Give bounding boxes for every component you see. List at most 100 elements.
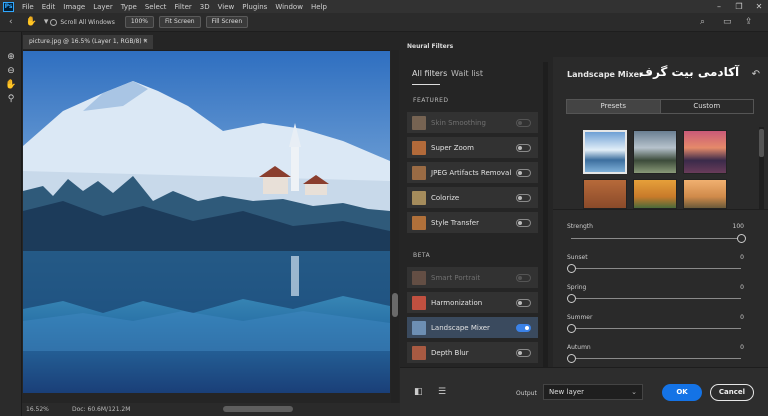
filter-row-super-zoom[interactable]: Super Zoom [407,137,538,158]
filter-row-smart-portrait[interactable]: Smart Portrait [407,267,538,288]
slider-knob[interactable] [566,354,576,363]
menu-image[interactable]: Image [63,3,85,11]
zoom-out-icon[interactable]: ⊖ [0,64,22,78]
zoom-100-button[interactable]: 100% [124,16,154,28]
filter-toggle[interactable] [516,298,531,307]
filter-toggle[interactable] [516,118,531,127]
zoom-tool-icon[interactable]: ⚲ [0,92,22,106]
horizontal-scroll-thumb[interactable] [223,406,293,412]
vertical-scroll-thumb[interactable] [392,293,398,317]
photoshop-logo: Ps [3,1,14,12]
filter-toggle[interactable] [516,273,531,282]
output-select[interactable]: New layer ⌄ [543,384,643,400]
fit-screen-button[interactable]: Fit Screen [159,16,201,28]
filter-label: Skin Smoothing [431,118,486,127]
tab-wait-list[interactable]: Wait list [451,69,483,78]
hand-tool-icon[interactable]: ✋ [26,17,37,27]
checkbox-icon[interactable] [50,18,58,26]
slider-value-sunset[interactable]: 0 [740,254,744,261]
slider-value-autumn[interactable]: 0 [740,344,744,351]
slider-knob[interactable] [566,324,576,333]
filter-list-scrollbar[interactable] [543,62,548,367]
tab-custom[interactable]: Custom [659,100,754,113]
menu-file[interactable]: File [22,3,34,11]
slider-knob[interactable] [736,234,746,243]
tab-presets[interactable]: Presets [567,100,660,113]
preset-thumbnail[interactable] [683,130,727,174]
preset-thumbnail[interactable] [633,179,677,209]
restore-icon[interactable]: ❐ [731,1,747,12]
panel-title: Neural Filters [400,37,768,57]
slider-value-strength[interactable]: 100 [733,223,744,230]
hand-icon[interactable]: ✋ [0,78,22,92]
cancel-button[interactable]: Cancel [710,384,754,401]
filter-toggle[interactable] [516,323,531,332]
fill-screen-button[interactable]: Fill Screen [205,16,249,28]
scroll-all-windows-checkbox[interactable]: Scroll All Windows [50,18,115,26]
preview-toggle-icon[interactable]: ◧ [414,387,423,397]
preset-thumbnail[interactable] [633,130,677,174]
menu-type[interactable]: Type [121,3,137,11]
slider-track[interactable] [571,238,741,239]
filter-row-colorize[interactable]: Colorize [407,187,538,208]
slider-track[interactable] [571,298,741,299]
canvas-vertical-scrollbar[interactable] [391,50,399,403]
filter-toggle[interactable] [516,193,531,202]
filter-row-landscape-mixer[interactable]: Landscape Mixer [407,317,538,338]
preset-thumbnail[interactable] [583,130,627,174]
slider-track[interactable] [571,268,741,269]
slider-track[interactable] [571,358,741,359]
zoom-level[interactable]: 16.52% [26,406,72,413]
menu-view[interactable]: View [218,3,235,11]
document-image[interactable] [23,51,390,393]
menu-help[interactable]: Help [311,3,327,11]
filter-label: Smart Portrait [431,273,481,282]
menu-select[interactable]: Select [145,3,167,11]
filter-toggle[interactable] [516,218,531,227]
preset-thumbnail[interactable] [583,179,627,209]
close-icon[interactable]: ✕ [751,1,767,12]
filter-toggle[interactable] [516,348,531,357]
menu-plugins[interactable]: Plugins [242,3,267,11]
menu-layer[interactable]: Layer [93,3,113,11]
filter-toggle[interactable] [516,168,531,177]
share-icon[interactable]: ⇪ [745,17,753,27]
slider-track[interactable] [571,328,741,329]
filter-thumbnail [412,320,426,335]
presets-scroll-thumb[interactable] [759,129,764,157]
menu-edit[interactable]: Edit [42,3,56,11]
filter-thumbnail [412,165,426,180]
ok-button[interactable]: OK [662,384,702,401]
menu-3d[interactable]: 3D [200,3,210,11]
back-arrow-icon[interactable]: ‹ [9,17,13,27]
watermark-text: آکادمی بیت گرف [639,65,740,79]
menu-window[interactable]: Window [275,3,303,11]
workspace-icon[interactable]: ▭ [723,17,732,27]
layers-icon[interactable]: ☰ [438,387,446,397]
slider-knob[interactable] [566,264,576,273]
close-tab-icon[interactable]: ✕ [143,35,148,49]
filter-row-jpeg-artifacts-removal[interactable]: JPEG Artifacts Removal [407,162,538,183]
slider-label-spring: Spring [567,284,587,291]
chevron-down-icon[interactable]: ▾ [44,17,49,27]
menu-filter[interactable]: Filter [174,3,191,11]
filter-row-style-transfer[interactable]: Style Transfer [407,212,538,233]
slider-value-spring[interactable]: 0 [740,284,744,291]
neural-filters-footer: ◧ ☰ Output New layer ⌄ OK Cancel [400,367,768,416]
minimize-icon[interactable]: – [711,1,727,12]
tab-all-filters[interactable]: All filters [412,69,447,78]
presets-custom-switch: Presets Custom [566,99,754,114]
slider-label-sunset: Sunset [567,254,588,261]
slider-knob[interactable] [566,294,576,303]
document-tab[interactable]: picture.jpg @ 16.5% (Layer 1, RGB/8) * ✕ [23,35,153,49]
zoom-in-icon[interactable]: ⊕ [0,50,22,64]
search-icon[interactable]: ⌕ [700,17,705,27]
filter-row-depth-blur[interactable]: Depth Blur [407,342,538,363]
filter-toggle[interactable] [516,143,531,152]
preset-thumbnail[interactable] [683,179,727,209]
slider-value-summer[interactable]: 0 [740,314,744,321]
filter-row-harmonization[interactable]: Harmonization [407,292,538,313]
filter-row-skin-smoothing[interactable]: Skin Smoothing [407,112,538,133]
filter-label: Harmonization [431,298,483,307]
reset-icon[interactable]: ↶ [752,69,760,80]
